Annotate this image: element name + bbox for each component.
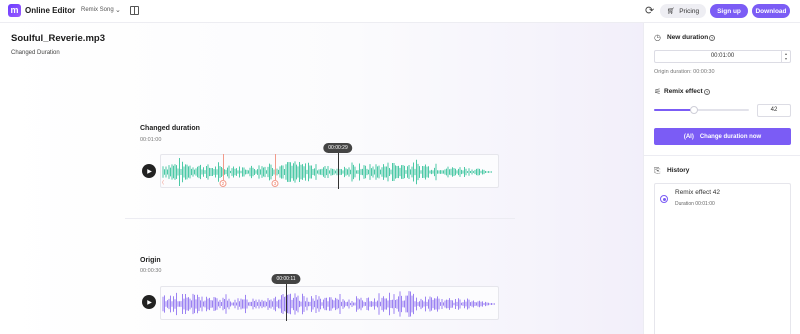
remix-slider-fill (654, 109, 694, 111)
help-icon[interactable]: ? (704, 89, 710, 95)
changed-waveform[interactable] (160, 154, 499, 188)
changed-play-button[interactable]: ▶ (142, 164, 156, 178)
history-list: Remix effect 42 Duration 00:01:00 (654, 183, 791, 334)
marker-1[interactable]: ⟨ (162, 180, 164, 186)
history-item[interactable]: Remix effect 42 Duration 00:01:00 (655, 184, 792, 214)
origin-waveform[interactable] (160, 286, 499, 320)
origin-time-bubble: 00:00:11 (271, 274, 301, 284)
cart-icon: 🛒︎ (666, 8, 676, 15)
download-button[interactable]: Download (752, 4, 790, 18)
file-name: Soulful_Reverie.mp3 (11, 33, 105, 44)
changed-time-bubble: 00:00:29 (323, 143, 353, 153)
top-bar: m Online Editor Remix Song ⌄ ⟳ 🛒︎ Pricin… (0, 0, 800, 23)
app-name: Online Editor (25, 6, 76, 15)
origin-playhead[interactable] (286, 284, 287, 321)
changed-duration-text: 00:01:00 (140, 137, 162, 143)
origin-play-button[interactable]: ▶ (142, 295, 156, 309)
history-item-title: Remix effect 42 (675, 189, 721, 196)
marker-line-2 (275, 154, 276, 180)
history-icon: ⎘ (654, 166, 661, 175)
origin-duration-info: Origin duration: 00:00:30 (654, 69, 715, 75)
marker-3-icon[interactable]: 3 (271, 180, 279, 187)
remix-slider-thumb[interactable] (689, 106, 698, 114)
duration-input-value: 00:01:00 (710, 53, 735, 59)
changed-playhead[interactable] (338, 153, 339, 189)
panel-divider (644, 155, 800, 156)
changed-waveform-graphic (162, 158, 492, 186)
app-logo-icon: m (8, 4, 21, 17)
sync-icon[interactable]: ⟳ (645, 4, 654, 17)
remix-effect-label: Remix effect (664, 88, 703, 95)
changed-section-label: Changed duration (140, 125, 200, 132)
remix-effect-input[interactable]: 42 (757, 104, 791, 117)
page-subtitle: Changed Duration (11, 50, 60, 56)
remix-effect-slider[interactable] (654, 106, 749, 114)
marker-line-1 (223, 154, 224, 180)
chevron-down-icon[interactable]: ⌄ (115, 6, 121, 14)
pricing-label: Pricing (679, 7, 700, 15)
marker-2-icon[interactable]: 2 (219, 180, 227, 187)
editor-main: Soulful_Reverie.mp3 Changed Duration Cha… (0, 23, 643, 334)
pricing-button[interactable]: 🛒︎ Pricing (660, 4, 706, 18)
change-duration-button[interactable]: (AI) Change duration now (654, 128, 791, 145)
duration-input[interactable]: 00:01:00 ▴ ▾ (654, 50, 791, 63)
history-item-duration: Duration 00:01:00 (675, 201, 715, 207)
section-divider (125, 218, 515, 219)
history-label: History (667, 167, 690, 174)
sliders-icon: ⚟ (654, 87, 662, 96)
help-icon[interactable]: ? (709, 35, 715, 41)
change-duration-label: Change duration now (699, 133, 762, 140)
history-radio[interactable] (660, 195, 668, 203)
origin-section-label: Origin (140, 257, 161, 264)
play-icon: ▶ (147, 168, 152, 175)
settings-panel: ◷ New duration ? 00:01:00 ▴ ▾ Origin dura… (643, 23, 800, 334)
play-icon: ▶ (147, 299, 152, 306)
sign-up-button[interactable]: Sign up (710, 4, 748, 18)
mode-select[interactable]: Remix Song (81, 7, 114, 13)
panel-toggle-icon[interactable] (130, 6, 139, 15)
duration-stepper[interactable]: ▴ ▾ (781, 51, 790, 62)
origin-waveform-graphic (162, 291, 495, 317)
new-duration-label: New duration (667, 34, 709, 41)
clock-icon: ◷ (654, 33, 661, 42)
ai-icon: (AI) (683, 133, 694, 140)
origin-duration-text: 00:00:30 (140, 268, 162, 274)
